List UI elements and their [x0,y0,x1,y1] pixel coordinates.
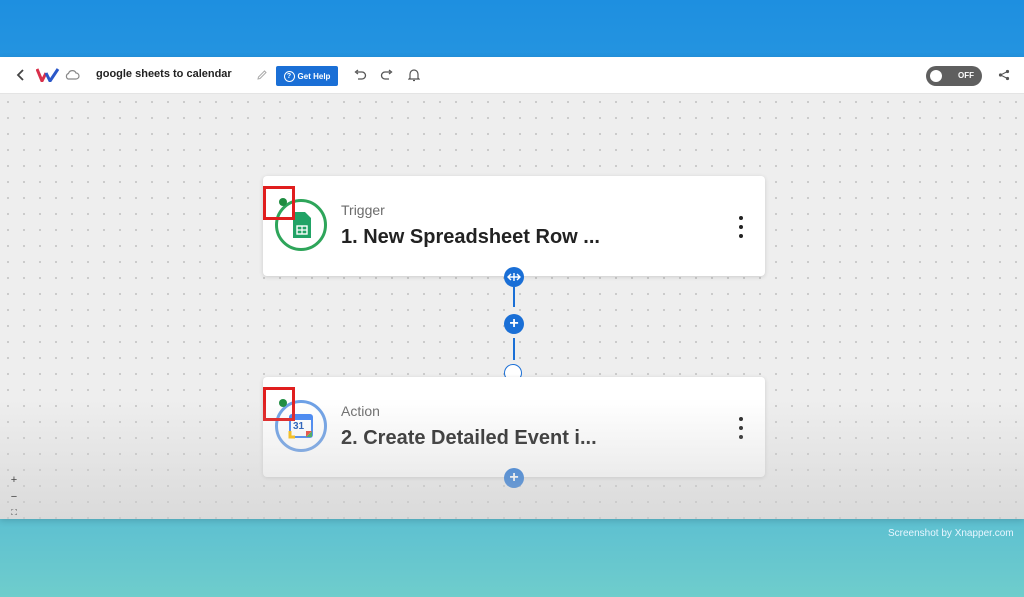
notifications-button[interactable] [407,68,421,82]
trigger-step-card[interactable]: Trigger 1. New Spreadsheet Row ... [263,176,765,276]
dot-icon [739,435,743,439]
step-menu-button[interactable] [735,216,747,238]
step-title: 2. Create Detailed Event i... [341,427,597,449]
zoom-controls: + − ⛶ [6,474,22,518]
split-arrows-icon [507,273,521,281]
dot-icon [739,225,743,229]
add-step-button[interactable]: + [504,314,524,334]
redo-icon [380,69,393,80]
step-menu-button[interactable] [735,417,747,439]
watermark-text: Screenshot by Xnapper.com [888,528,1014,539]
workflow-on-off-toggle[interactable]: OFF [926,66,982,86]
chevron-left-icon [16,69,24,81]
add-step-button[interactable]: + [504,468,524,488]
fit-view-button[interactable]: ⛶ [11,508,17,518]
zoom-out-button[interactable]: − [11,491,17,503]
step-type-label: Trigger [341,202,385,218]
zoom-in-button[interactable]: + [11,474,17,486]
pencil-icon [257,70,267,80]
cloud-icon [65,70,80,80]
workflow-canvas[interactable]: Trigger 1. New Spreadsheet Row ... + 31 … [0,94,1024,519]
connector-line [513,287,515,307]
dot-icon [739,216,743,220]
undo-button[interactable] [353,68,367,82]
connector-line [513,338,515,360]
dot-icon [739,234,743,238]
undo-icon [354,69,367,80]
share-icon [998,69,1010,81]
toggle-knob [930,70,942,82]
cloud-save-status [64,67,80,83]
workflow-title[interactable]: google sheets to calendar [96,68,232,80]
action-step-card[interactable]: 31 Action 2. Create Detailed Event i... [263,377,765,477]
logo-icon [36,68,60,82]
get-help-button[interactable]: ? Get Help [276,66,338,86]
question-circle-icon: ? [283,70,295,82]
step-type-label: Action [341,403,380,419]
dot-icon [739,417,743,421]
highlight-box [263,387,295,421]
top-toolbar: google sheets to calendar ? Get Help OFF [0,57,1024,94]
redo-button[interactable] [380,68,394,82]
get-help-label: Get Help [297,71,331,81]
calendar-day-number: 31 [293,421,305,432]
collapse-connector-button[interactable] [504,267,524,287]
share-button[interactable] [997,68,1011,82]
app-logo[interactable] [36,67,60,83]
dot-icon [739,426,743,430]
bell-icon [408,69,420,82]
edit-title-button[interactable] [255,68,269,82]
toggle-label: OFF [958,71,974,80]
highlight-box [263,186,295,220]
app-window: google sheets to calendar ? Get Help OFF [0,57,1024,519]
back-button[interactable] [14,67,28,83]
step-title: 1. New Spreadsheet Row ... [341,226,600,248]
